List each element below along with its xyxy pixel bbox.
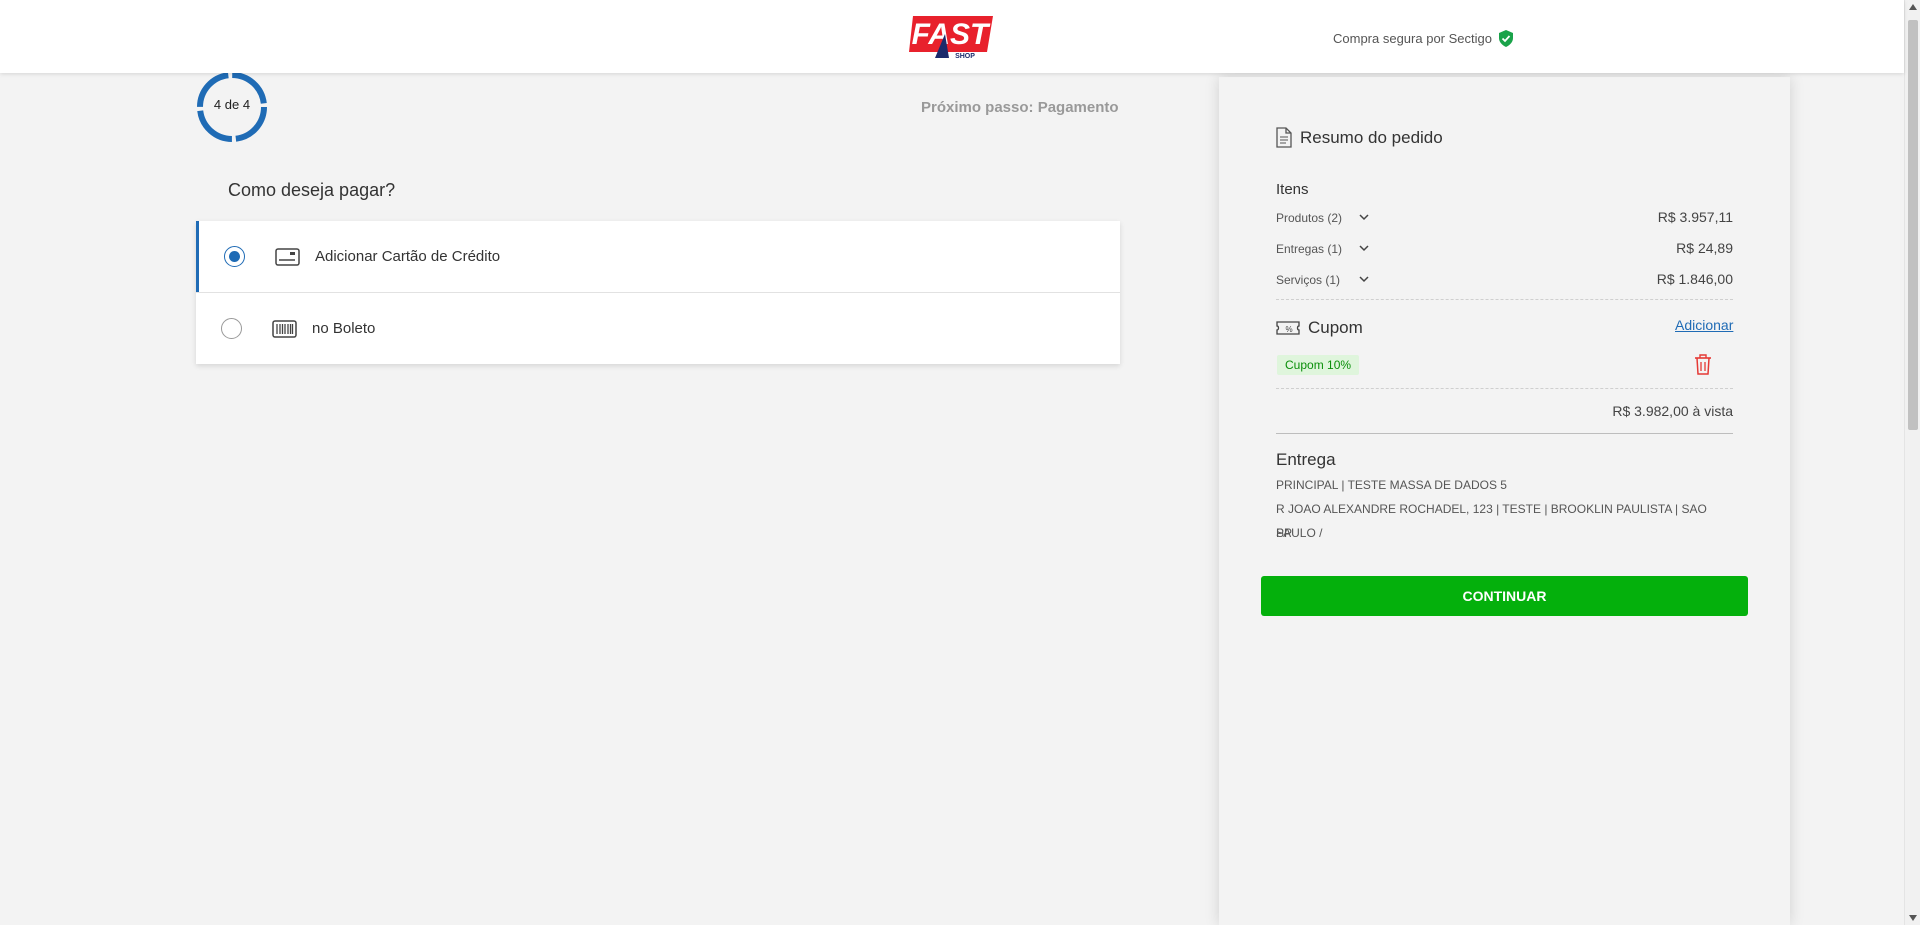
payment-option-boleto[interactable]: no Boleto [196, 293, 1120, 364]
summary-row-entregas[interactable]: Entregas (1) R$ 24,89 [1276, 240, 1733, 258]
payment-options: Adicionar Cartão de Crédito no Boleto [196, 221, 1120, 364]
servicos-value: R$ 1.846,00 [1656, 271, 1733, 287]
payment-question: Como deseja pagar? [228, 180, 396, 200]
summary-row-servicos[interactable]: Serviços (1) R$ 1.846,00 [1276, 271, 1733, 289]
servicos-label: Serviços (1) [1276, 273, 1341, 287]
coupon-title: % Cupom [1276, 318, 1363, 338]
summary-title: Resumo do pedido [1276, 127, 1443, 148]
top-header: FAST SHOP Compra segura por Sectigo [0, 0, 1904, 73]
payment-option-credit-card[interactable]: Adicionar Cartão de Crédito [196, 221, 1120, 292]
delivery-title: Entrega [1276, 450, 1336, 469]
boleto-label: no Boleto [312, 320, 376, 337]
barcode-icon [272, 319, 297, 338]
items-heading: Itens [1276, 181, 1309, 198]
entregas-value: R$ 24,89 [1676, 240, 1733, 256]
secure-purchase-info: Compra segura por Sectigo [1333, 30, 1514, 47]
coupon-title-text: Cupom [1308, 318, 1363, 337]
svg-text:%: % [1285, 325, 1292, 334]
order-total: R$ 3.982,00 à vista [1612, 403, 1733, 419]
divider [1276, 433, 1733, 434]
chevron-down-icon[interactable] [1358, 242, 1370, 254]
scroll-up-arrow-icon[interactable] [1909, 4, 1917, 10]
order-summary-panel: Resumo do pedido Itens Produtos (2) R$ 3… [1219, 77, 1790, 925]
credit-card-icon [275, 247, 300, 266]
divider [1276, 299, 1733, 300]
coupon-badge: Cupom 10% [1277, 355, 1360, 375]
step-label: 4 de 4 [213, 97, 251, 112]
entregas-label: Entregas (1) [1276, 242, 1343, 256]
trash-icon[interactable] [1692, 352, 1714, 376]
document-icon [1276, 127, 1292, 148]
page-scrollbar[interactable] [1904, 0, 1920, 925]
fast-shop-logo[interactable]: FAST SHOP [909, 14, 995, 60]
chevron-down-icon[interactable] [1358, 211, 1370, 223]
divider [1276, 388, 1733, 389]
boleto-radio[interactable] [221, 318, 242, 339]
scrollbar-thumb[interactable] [1908, 20, 1918, 430]
secure-text: Compra segura por Sectigo [1333, 31, 1492, 46]
add-coupon-link[interactable]: Adicionar [1675, 317, 1733, 333]
produtos-value: R$ 3.957,11 [1657, 209, 1733, 225]
credit-card-radio[interactable] [224, 246, 245, 267]
chevron-down-icon[interactable] [1358, 273, 1370, 285]
produtos-label: Produtos (2) [1276, 211, 1343, 225]
scroll-down-arrow-icon[interactable] [1909, 915, 1917, 921]
delivery-line-3: SP [1276, 526, 1293, 540]
delivery-line-1: PRINCIPAL | TESTE MASSA DE DADOS 5 [1276, 478, 1507, 492]
coupon-ticket-icon: % [1276, 321, 1300, 335]
shield-check-icon [1498, 30, 1513, 47]
logo-text: FAST [912, 18, 991, 51]
summary-title-text: Resumo do pedido [1300, 127, 1443, 147]
logo-subtext: SHOP [955, 53, 975, 60]
continue-button[interactable]: CONTINUAR [1261, 576, 1748, 616]
credit-card-label: Adicionar Cartão de Crédito [315, 248, 501, 265]
next-step-text: Próximo passo: Pagamento [921, 99, 1119, 116]
summary-row-produtos[interactable]: Produtos (2) R$ 3.957,11 [1276, 209, 1733, 227]
